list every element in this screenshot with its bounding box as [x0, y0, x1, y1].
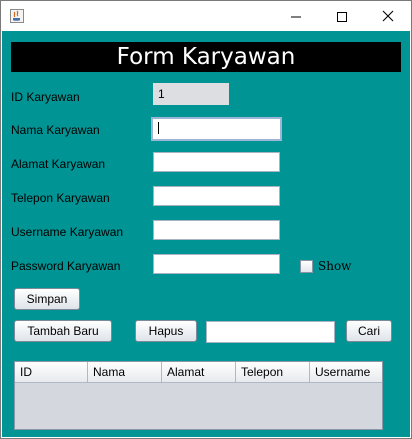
cari-button[interactable]: Cari	[346, 320, 392, 342]
column-header-id[interactable]: ID	[15, 362, 88, 382]
form-panel: Form Karyawan ID Karyawan 1 Nama Karyawa…	[2, 31, 410, 437]
minimize-icon	[291, 7, 301, 26]
id-label: ID Karyawan	[11, 90, 80, 104]
app-window: Form Karyawan ID Karyawan 1 Nama Karyawa…	[0, 0, 412, 439]
close-button[interactable]	[365, 1, 411, 31]
title-bar[interactable]	[1, 1, 411, 31]
text-caret	[158, 122, 159, 134]
column-header-nama[interactable]: Nama	[88, 362, 162, 382]
table-header: ID Nama Alamat Telepon Username	[15, 362, 382, 383]
id-field: 1	[153, 83, 229, 105]
show-password-label[interactable]: Show	[318, 258, 351, 274]
telepon-label: Telepon Karyawan	[11, 191, 110, 205]
column-header-telepon[interactable]: Telepon	[236, 362, 310, 382]
page-title: Form Karyawan	[11, 42, 401, 72]
nama-field[interactable]	[151, 117, 282, 141]
nama-label: Nama Karyawan	[11, 123, 100, 137]
alamat-field[interactable]	[153, 152, 280, 172]
simpan-button[interactable]: Simpan	[14, 288, 80, 310]
java-app-icon	[10, 8, 24, 23]
search-input[interactable]	[206, 321, 335, 343]
username-label: Username Karyawan	[11, 225, 124, 239]
maximize-icon	[337, 7, 347, 26]
column-header-alamat[interactable]: Alamat	[162, 362, 236, 382]
alamat-label: Alamat Karyawan	[11, 157, 106, 171]
close-icon	[382, 7, 394, 26]
column-header-username[interactable]: Username	[310, 362, 382, 382]
karyawan-table[interactable]: ID Nama Alamat Telepon Username	[14, 361, 383, 430]
show-password-checkbox[interactable]	[300, 260, 313, 273]
password-label: Password Karyawan	[11, 259, 121, 273]
hapus-button[interactable]: Hapus	[135, 320, 197, 342]
tambah-baru-button[interactable]: Tambah Baru	[14, 320, 112, 342]
maximize-button[interactable]	[319, 1, 365, 31]
telepon-field[interactable]	[153, 186, 280, 206]
minimize-button[interactable]	[273, 1, 319, 31]
username-field[interactable]	[153, 220, 280, 240]
password-field[interactable]	[153, 254, 280, 274]
